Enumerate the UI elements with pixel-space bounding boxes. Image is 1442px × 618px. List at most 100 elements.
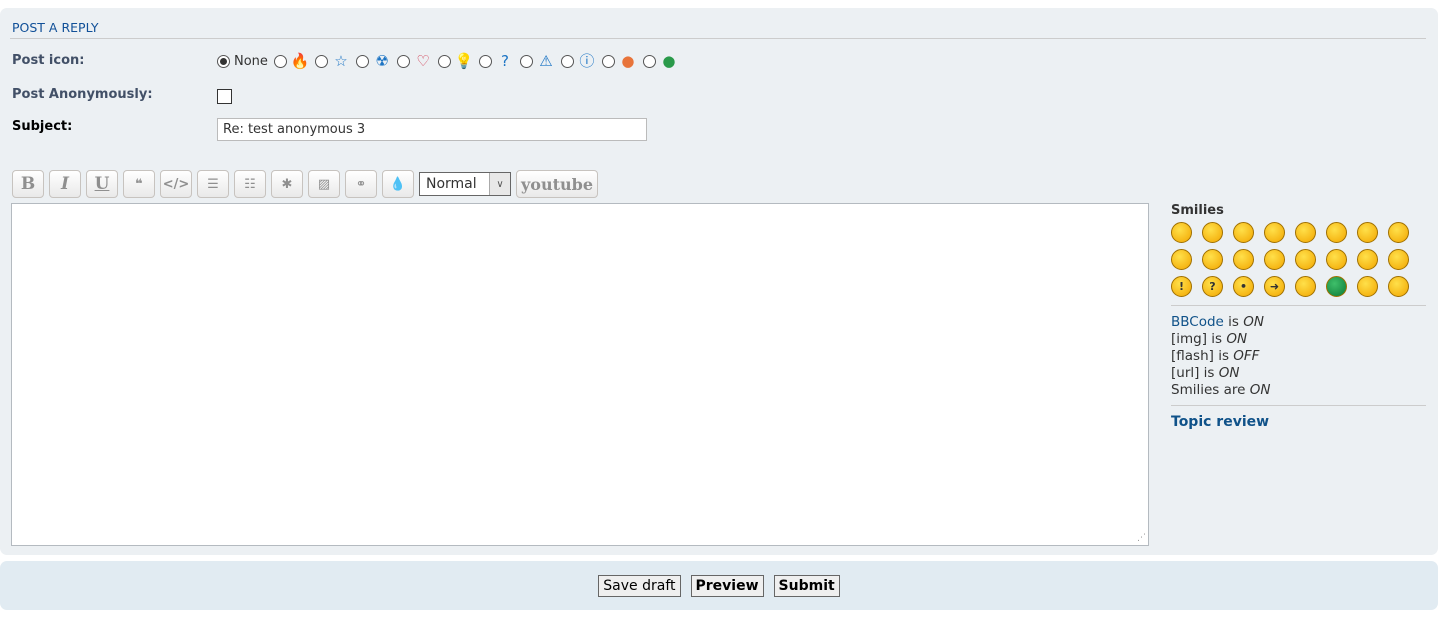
list-item-icon: ✱ xyxy=(281,176,293,192)
code-icon: </> xyxy=(162,176,190,192)
post-icon-radioactive[interactable]: ☢ xyxy=(355,52,391,70)
smiley-exclamation-icon[interactable]: ! xyxy=(1171,276,1192,297)
smiley-shocked-icon[interactable] xyxy=(1326,222,1347,243)
fire-icon: 🔥 xyxy=(290,52,310,70)
post-icon-heart[interactable]: ♡ xyxy=(396,52,432,70)
resize-handle-icon[interactable]: ⋰ xyxy=(1137,533,1146,543)
submit-button[interactable]: Submit xyxy=(773,574,840,597)
smiley-confused-icon[interactable] xyxy=(1357,222,1378,243)
smiley-neutral-icon[interactable] xyxy=(1295,276,1316,297)
link-button[interactable]: ⚭ xyxy=(345,170,377,198)
radio-button[interactable] xyxy=(642,54,656,68)
radio-button[interactable] xyxy=(601,54,615,68)
post-icon-lightbulb[interactable]: 💡 xyxy=(437,53,474,69)
smiley-green-icon[interactable] xyxy=(1326,276,1347,297)
quote-icon: ❝ xyxy=(135,176,143,192)
topic-review-link[interactable]: Topic review xyxy=(1171,414,1269,430)
ordered-list-button[interactable]: ☷ xyxy=(234,170,266,198)
smiley-smile-icon[interactable] xyxy=(1202,222,1223,243)
bold-button[interactable]: B xyxy=(12,170,44,198)
smiley-crying-icon[interactable] xyxy=(1295,249,1316,270)
star-icon: ☆ xyxy=(334,52,348,70)
radio-button[interactable] xyxy=(519,54,533,68)
action-bar: Save draft Preview Submit xyxy=(0,561,1438,610)
youtube-button[interactable]: youtube xyxy=(516,170,598,198)
warning-icon: ⚠ xyxy=(539,52,553,70)
post-icon-smiley-green[interactable]: ● xyxy=(642,53,678,69)
radio-button[interactable] xyxy=(478,54,492,68)
smiley-razz-icon[interactable] xyxy=(1233,249,1254,270)
smiley-sad-icon[interactable] xyxy=(1264,222,1285,243)
radio-button[interactable] xyxy=(560,54,574,68)
radio-button[interactable] xyxy=(437,54,451,68)
smiley-orange-icon: ● xyxy=(621,52,635,70)
italic-icon: I xyxy=(61,174,69,194)
post-icon-none[interactable]: None xyxy=(217,54,268,69)
posting-options: BBCode is ON [img] is ON [flash] is OFF … xyxy=(1171,314,1426,399)
list-icon: ☰ xyxy=(207,176,219,192)
radio-button[interactable] xyxy=(396,54,410,68)
smiley-question-icon[interactable]: ? xyxy=(1202,276,1223,297)
italic-button[interactable]: I xyxy=(49,170,81,198)
img-state: ON xyxy=(1226,331,1248,347)
bold-icon: B xyxy=(20,174,36,194)
radio-button[interactable] xyxy=(355,54,369,68)
smiley-uber-geek-icon[interactable] xyxy=(1388,276,1409,297)
smiley-wink-icon[interactable] xyxy=(1233,222,1254,243)
smiley-mad-icon[interactable] xyxy=(1202,249,1223,270)
font-size-value: Normal xyxy=(426,176,477,192)
image-button[interactable]: ▨ xyxy=(308,170,340,198)
color-button[interactable]: 💧 xyxy=(382,170,414,198)
smiley-embarrassed-icon[interactable] xyxy=(1264,249,1285,270)
list-button[interactable]: ☰ xyxy=(197,170,229,198)
bbcode-state: ON xyxy=(1243,314,1264,330)
divider xyxy=(1171,405,1426,406)
smiley-arrow-icon[interactable]: ➜ xyxy=(1264,276,1285,297)
smiley-twisted-evil-icon[interactable] xyxy=(1357,249,1378,270)
quote-button[interactable]: ❝ xyxy=(123,170,155,198)
smiley-surprised-icon[interactable] xyxy=(1295,222,1316,243)
post-icon-smiley-orange[interactable]: ● xyxy=(601,52,637,70)
smiley-rolling-eyes-icon[interactable] xyxy=(1388,249,1409,270)
smiley-evil-icon[interactable] xyxy=(1326,249,1347,270)
chevron-down-icon: ∨ xyxy=(489,173,510,195)
text: [url] is xyxy=(1171,365,1219,381)
anonymous-checkbox[interactable] xyxy=(217,89,232,104)
subject-input[interactable] xyxy=(217,118,647,141)
flash-state: OFF xyxy=(1233,348,1260,364)
post-icon-fire[interactable]: 🔥 xyxy=(273,52,310,70)
heart-icon: ♡ xyxy=(416,52,430,70)
font-size-select[interactable]: Normal ∨ xyxy=(419,172,511,196)
list-item-button[interactable]: ✱ xyxy=(271,170,303,198)
post-icon-label: Post icon: xyxy=(12,53,85,68)
underline-button[interactable]: U xyxy=(86,170,118,198)
smilies-grid: !? • ➜ xyxy=(1171,222,1426,297)
divider xyxy=(10,38,1426,39)
preview-button[interactable]: Preview xyxy=(690,574,764,597)
anonymous-label: Post Anonymously: xyxy=(12,87,153,102)
save-draft-button[interactable]: Save draft xyxy=(598,574,681,597)
text: [flash] is xyxy=(1171,348,1234,364)
smiley-cool-icon[interactable] xyxy=(1388,222,1409,243)
sidebar: Smilies !? • ➜ BBCode is ON [img] is ON [f… xyxy=(1171,203,1426,430)
bbcode-link[interactable]: BBCode xyxy=(1171,314,1224,330)
message-textarea[interactable]: ⋰ xyxy=(11,203,1149,546)
ordered-list-icon: ☷ xyxy=(244,176,256,192)
post-icon-question[interactable]: ? xyxy=(478,53,514,69)
code-button[interactable]: </> xyxy=(160,170,192,198)
smiley-geek-icon[interactable] xyxy=(1357,276,1378,297)
radioactive-icon: ☢ xyxy=(375,52,389,70)
smiley-very-happy-icon[interactable] xyxy=(1171,222,1192,243)
post-icon-star[interactable]: ☆ xyxy=(314,52,350,70)
smiley-laughing-icon[interactable] xyxy=(1171,249,1192,270)
section-title: POST A REPLY xyxy=(12,20,99,35)
underline-icon: U xyxy=(94,174,110,194)
smiley-idea-icon[interactable]: • xyxy=(1233,276,1254,297)
post-icon-warning[interactable]: ⚠ xyxy=(519,52,555,70)
text: is xyxy=(1223,314,1244,330)
post-icon-info[interactable]: ⓘ xyxy=(560,53,596,69)
radio-button[interactable] xyxy=(217,54,230,68)
link-icon: ⚭ xyxy=(355,176,367,192)
radio-button[interactable] xyxy=(273,54,287,68)
radio-button[interactable] xyxy=(314,54,328,68)
